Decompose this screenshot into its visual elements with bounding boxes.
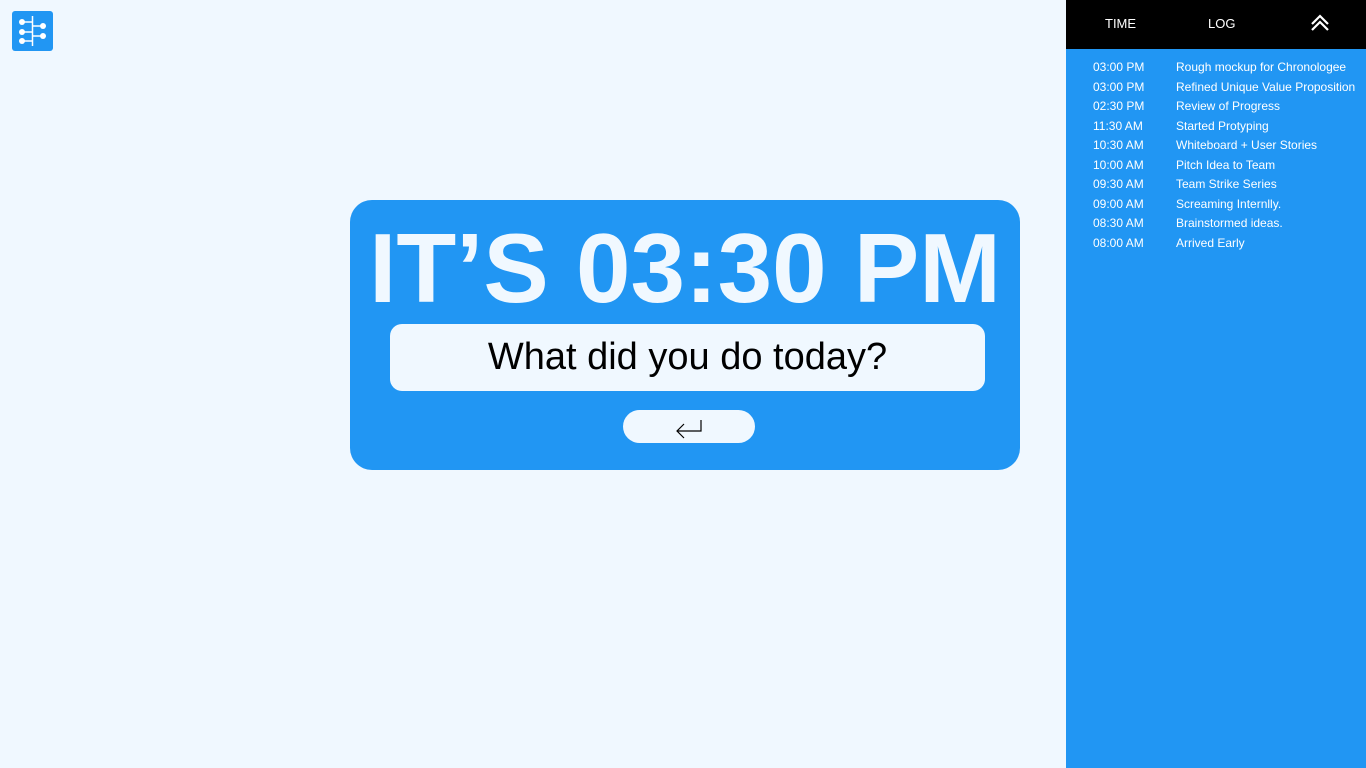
submit-button[interactable] — [623, 410, 755, 443]
log-entry[interactable]: 02:30 PM Review of Progress — [1066, 97, 1366, 117]
activity-input[interactable] — [390, 324, 985, 391]
log-sidebar: TIME LOG 03:00 PM Rough mockup for Chron… — [1066, 0, 1366, 768]
log-entry[interactable]: 03:00 PM Refined Unique Value Propositio… — [1066, 78, 1366, 98]
log-entry-text: Review of Progress — [1176, 99, 1281, 113]
log-entry-time: 11:30 AM — [1093, 118, 1143, 133]
sidebar-header: TIME LOG — [1066, 0, 1366, 49]
log-entry-text: Whiteboard + User Stories — [1176, 138, 1318, 152]
log-list: 03:00 PM Rough mockup for Chronologee 03… — [1066, 58, 1366, 253]
log-entry[interactable]: 09:30 AM Team Strike Series — [1066, 175, 1366, 195]
log-entry-time: 09:00 AM — [1093, 196, 1144, 211]
log-entry[interactable]: 10:30 AM Whiteboard + User Stories — [1066, 136, 1366, 156]
log-entry-time: 03:00 PM — [1093, 79, 1145, 94]
log-entry[interactable]: 03:00 PM Rough mockup for Chronologee — [1066, 58, 1366, 78]
log-entry-text: Pitch Idea to Team — [1176, 157, 1276, 172]
timeline-logo-icon[interactable] — [12, 11, 53, 51]
log-entry[interactable]: 08:30 AM Brainstormed ideas. — [1066, 214, 1366, 234]
collapse-sidebar-button[interactable] — [1302, 12, 1338, 38]
log-entry-time: 09:30 AM — [1093, 177, 1144, 191]
log-entry-text: Rough mockup for Chronologee — [1176, 60, 1347, 74]
log-entry-time: 02:30 PM — [1093, 99, 1145, 113]
double-chevron-up-icon — [1302, 12, 1338, 38]
log-entry-time: 03:00 PM — [1093, 60, 1145, 74]
log-entry-card: IT’S 03:30 PM — [350, 200, 1020, 470]
log-entry-text: Team Strike Series — [1176, 177, 1277, 191]
log-entry-text: Arrived Early — [1176, 235, 1245, 250]
log-entry-time: 08:30 AM — [1093, 216, 1144, 230]
log-entry-text: Screaming Internlly. — [1176, 196, 1282, 211]
log-entry-time: 08:00 AM — [1093, 235, 1144, 250]
enter-arrow-icon — [623, 415, 755, 439]
log-entry-time: 10:00 AM — [1093, 157, 1144, 172]
log-entry[interactable]: 10:00 AM Pitch Idea to Team — [1066, 156, 1366, 176]
log-entry-text: Started Protyping — [1176, 118, 1269, 133]
log-entry[interactable]: 11:30 AM Started Protyping — [1066, 117, 1366, 137]
time-column-header: TIME — [1105, 16, 1137, 31]
log-entry-text: Refined Unique Value Proposition — [1176, 79, 1356, 94]
log-column-header: LOG — [1208, 16, 1236, 31]
log-entry[interactable]: 09:00 AM Screaming Internlly. — [1066, 195, 1366, 215]
app-root: IT’S 03:30 PM TIME LOG — [0, 0, 1366, 768]
log-entry-text: Brainstormed ideas. — [1176, 216, 1283, 230]
current-time-display: IT’S 03:30 PM — [369, 213, 1001, 323]
log-entry[interactable]: 08:00 AM Arrived Early — [1066, 234, 1366, 254]
log-entry-time: 10:30 AM — [1093, 138, 1144, 152]
